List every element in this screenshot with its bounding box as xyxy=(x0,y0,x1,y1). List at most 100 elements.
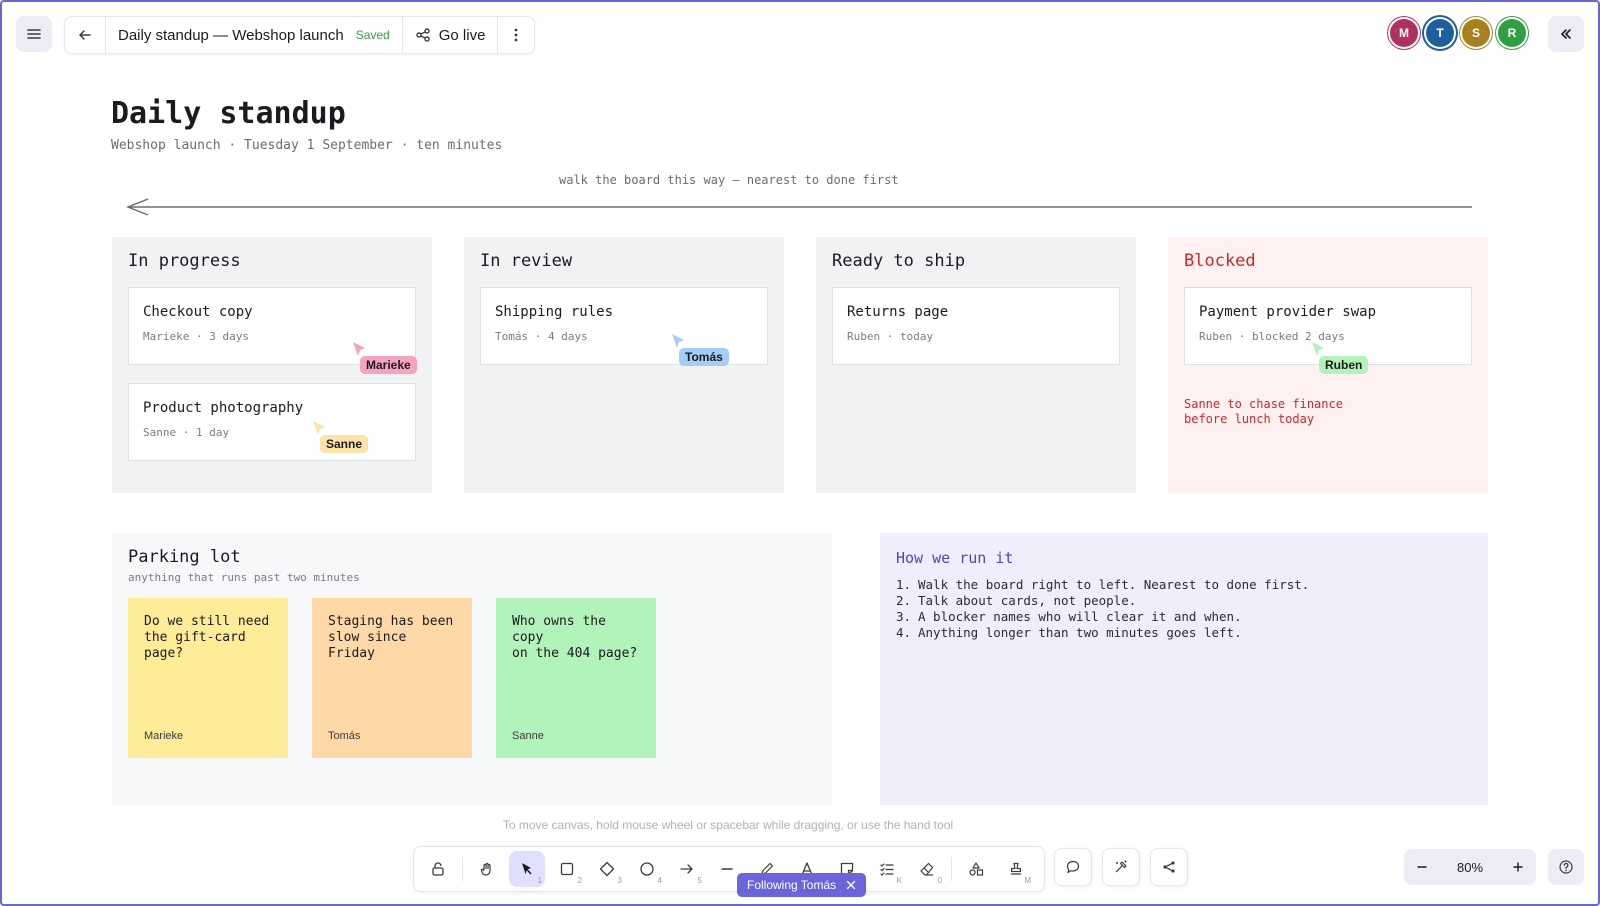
ellipse-icon xyxy=(639,861,655,877)
close-icon[interactable] xyxy=(846,880,856,890)
comments-button[interactable] xyxy=(1054,848,1092,886)
card-title: Returns page xyxy=(847,304,949,320)
avatar[interactable]: T xyxy=(1426,19,1454,47)
sticky-note[interactable]: Who owns the copy on the 404 page? Sanne xyxy=(496,598,656,758)
card-title: Shipping rules xyxy=(495,304,614,320)
task-card[interactable]: Returns page Ruben · today xyxy=(832,287,1120,365)
hand-tool-button[interactable] xyxy=(469,851,505,887)
diamond-tool-button[interactable]: 3 xyxy=(589,851,625,887)
more-options-button[interactable] xyxy=(498,17,534,53)
lock-tool-button[interactable] xyxy=(420,851,456,887)
zoom-out-button[interactable] xyxy=(1404,849,1440,885)
main-menu-button[interactable] xyxy=(16,16,52,52)
shortcut-key: 3 xyxy=(617,876,622,885)
task-card[interactable]: Payment provider swap Ruben · blocked 2 … xyxy=(1184,287,1472,365)
card-meta: Ruben · today xyxy=(847,330,934,343)
direction-note: walk the board this way — nearest to don… xyxy=(559,173,899,187)
arrow-icon xyxy=(679,861,695,877)
task-card[interactable]: Checkout copy Marieke · 3 days xyxy=(128,287,416,365)
cursor-name-tag: Marieke xyxy=(360,356,417,374)
ellipse-tool-button[interactable]: 4 xyxy=(629,851,665,887)
shortcut-key: 5 xyxy=(697,876,702,885)
board-title: Daily standup xyxy=(111,96,346,131)
selection-tool-button[interactable]: 1 xyxy=(509,851,545,887)
card-meta: Marieke · 3 days xyxy=(143,330,249,343)
column-title: In progress xyxy=(128,251,241,271)
sticky-note-text: Who owns the copy on the 404 page? xyxy=(512,614,638,661)
save-status: Saved xyxy=(355,28,390,42)
canvas-hint: To move canvas, hold mouse wheel or spac… xyxy=(502,818,954,832)
cursor-pointer-icon xyxy=(353,342,365,356)
rectangle-tool-button[interactable]: 2 xyxy=(549,851,585,887)
share-icon xyxy=(415,27,431,43)
blocker-note[interactable]: Sanne to chase finance before lunch toda… xyxy=(1184,397,1364,427)
collaborator-cursor: Ruben xyxy=(1311,341,1369,374)
go-live-label: Go live xyxy=(438,26,486,44)
stamp-icon xyxy=(1008,861,1024,877)
sticky-note-author: Tomás xyxy=(328,730,361,742)
document-title-area[interactable]: Daily standup — Webshop launch Saved xyxy=(106,17,403,53)
shortcut-key: 4 xyxy=(657,876,662,885)
rules-list: 1. Walk the board right to left. Nearest … xyxy=(896,577,1309,641)
branch-icon xyxy=(1161,859,1177,875)
eraser-tool-button[interactable]: 0 xyxy=(909,851,945,887)
sticky-note[interactable]: Staging has been slow since Friday Tomás xyxy=(312,598,472,758)
mind-map-button[interactable] xyxy=(1150,848,1188,886)
kebab-icon xyxy=(510,27,522,43)
column-ready-to-ship[interactable]: Ready to ship Returns page Ruben · today xyxy=(816,237,1136,493)
shapes-library-button[interactable] xyxy=(958,851,994,887)
pointer-icon xyxy=(519,861,535,877)
following-indicator[interactable]: Following Tomás xyxy=(737,873,867,897)
card-meta: Tomás · 4 days xyxy=(495,330,588,343)
eraser-icon xyxy=(919,861,935,877)
column-title: Ready to ship xyxy=(832,251,966,271)
magic-wand-icon xyxy=(1113,859,1129,875)
task-card[interactable]: Product photography Sanne · 1 day xyxy=(128,383,416,461)
line-icon xyxy=(719,861,735,877)
direction-arrow xyxy=(126,198,1472,216)
zoom-in-button[interactable] xyxy=(1500,849,1536,885)
list-item: 4. Anything longer than two minutes goes … xyxy=(896,625,1242,640)
arrow-tool-button[interactable]: 5 xyxy=(669,851,705,887)
avatar[interactable]: R xyxy=(1498,19,1526,47)
shortcut-key: 2 xyxy=(577,876,582,885)
hamburger-icon xyxy=(26,26,42,42)
collaborator-cursor: Marieke xyxy=(352,341,417,374)
list-item: 3. A blocker names who will clear it and … xyxy=(896,609,1242,624)
blocker-note-line: before lunch today xyxy=(1184,412,1315,426)
column-title: In review xyxy=(480,251,573,271)
avatar[interactable]: S xyxy=(1462,19,1490,47)
go-live-button[interactable]: Go live xyxy=(403,17,499,53)
zoom-controls: 80% xyxy=(1404,849,1536,885)
parking-lot-subtitle: anything that runs past two minutes xyxy=(128,571,360,584)
rectangle-icon xyxy=(559,861,575,877)
sticky-note[interactable]: Do we still need the gift-card page? Mari… xyxy=(128,598,288,758)
hand-icon xyxy=(479,861,495,877)
how-we-run-it-frame[interactable]: How we run it 1. Walk the board right to … xyxy=(880,533,1488,805)
parking-lot-title: Parking lot xyxy=(128,547,241,567)
document-bar: Daily standup — Webshop launch Saved Go … xyxy=(64,16,536,54)
stamp-tool-button[interactable]: M xyxy=(998,851,1034,887)
avatar[interactable]: M xyxy=(1390,19,1418,47)
list-item: 2. Talk about cards, not people. xyxy=(896,593,1137,608)
document-title[interactable]: Daily standup — Webshop launch xyxy=(118,27,344,44)
plus-icon xyxy=(1512,861,1524,873)
magic-tools-button[interactable] xyxy=(1102,848,1140,886)
checklist-tool-button[interactable]: K xyxy=(869,851,905,887)
shortcut-key: 0 xyxy=(937,876,942,885)
card-title: Payment provider swap xyxy=(1199,304,1377,320)
toolbar-divider xyxy=(951,857,952,881)
diamond-icon xyxy=(599,861,615,877)
parking-lot-frame[interactable]: Parking lot anything that runs past two … xyxy=(112,533,832,805)
help-button[interactable] xyxy=(1548,849,1584,885)
zoom-level[interactable]: 80% xyxy=(1457,860,1483,875)
back-button[interactable] xyxy=(65,17,106,53)
list-item: 1. Walk the board right to left. Nearest … xyxy=(896,577,1310,592)
collapse-sidebar-button[interactable] xyxy=(1548,16,1584,52)
lock-icon xyxy=(430,861,446,877)
collaborator-cursor: Tomás xyxy=(671,333,729,366)
following-label: Following Tomás xyxy=(747,878,837,892)
checklist-icon xyxy=(879,861,895,877)
column-in-review[interactable]: In review Shipping rules Tomás · 4 days xyxy=(464,237,784,493)
cursor-pointer-icon xyxy=(313,421,325,435)
